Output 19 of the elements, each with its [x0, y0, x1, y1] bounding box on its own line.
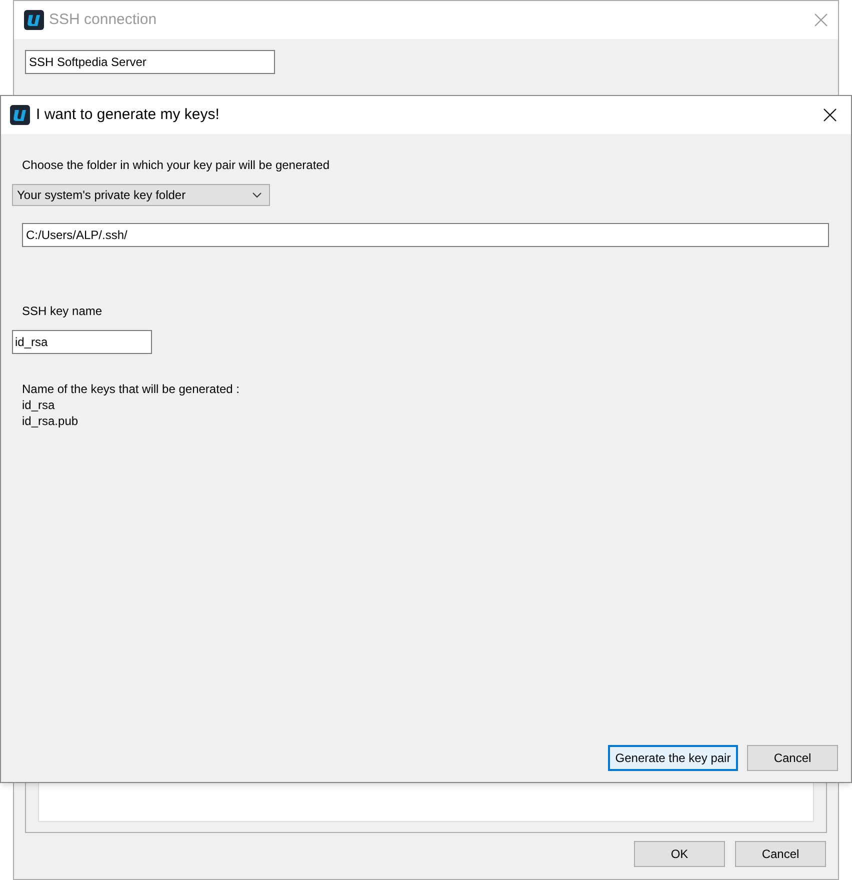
window-title: SSH connection — [49, 10, 157, 30]
app-icon — [10, 105, 30, 125]
name-field[interactable]: SSH Softpedia Server — [25, 50, 275, 74]
key-file-name: id_rsa.pub — [22, 413, 80, 429]
keys-heading: Name of the keys that will be generated : — [22, 381, 240, 397]
folder-dropdown[interactable]: Your system's private key folder — [12, 184, 270, 206]
folder-label: Choose the folder in which your key pair will be generated — [22, 157, 331, 174]
path-field[interactable]: C:/Users/ALP/.ssh/ — [22, 223, 829, 247]
dialog-button[interactable]: Cancel — [735, 841, 826, 867]
dialog-button[interactable]: Generate the key pair — [608, 745, 738, 771]
key-name-field[interactable]: id_rsa — [12, 330, 152, 354]
dialog-button[interactable]: OK — [634, 841, 725, 867]
chevron-down-icon — [252, 192, 262, 198]
window-title: I want to generate my keys! — [36, 104, 220, 125]
key-name-label: SSH key name — [22, 303, 104, 320]
key-file-name: id_rsa — [22, 397, 56, 413]
close-icon[interactable] — [823, 108, 837, 122]
dialog-button[interactable]: Cancel — [747, 745, 838, 771]
app-icon — [24, 10, 44, 30]
